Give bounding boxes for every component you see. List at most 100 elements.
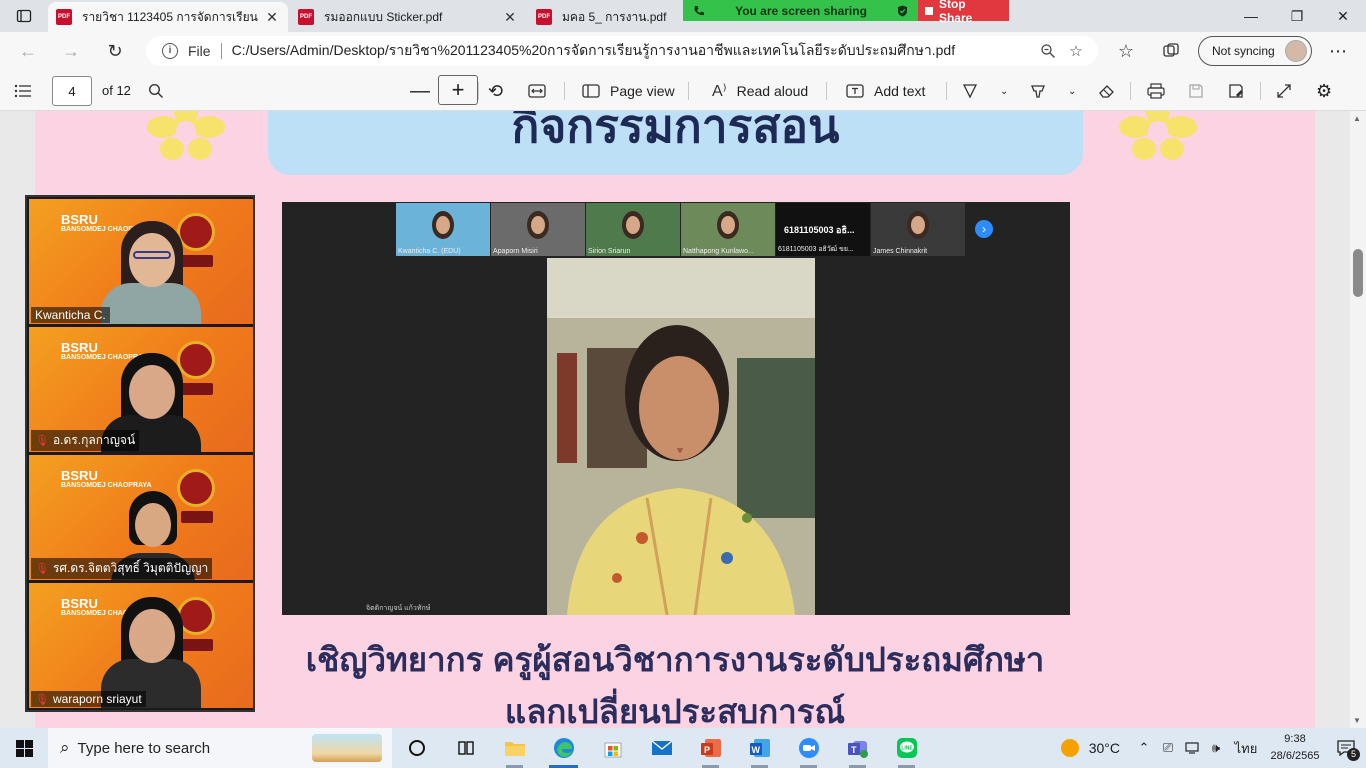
address-url[interactable]: C:/Users/Admin/Desktop/รายวิชา%201123405… (232, 40, 1034, 62)
participant-face (135, 503, 171, 547)
pdf-settings-button[interactable]: ⚙ (1316, 78, 1332, 104)
zoom-in-button[interactable]: + (438, 75, 478, 105)
scroll-up-icon[interactable]: ▲ (1353, 114, 1361, 123)
favorites-button[interactable]: ☆ (1112, 37, 1140, 65)
contents-button[interactable] (14, 78, 32, 104)
system-tray: 30°C ⌃ ⎚ 🕪 ไทย 9:38 28/6/2565 5 (1060, 728, 1366, 768)
scrollbar-thumb[interactable] (1353, 249, 1363, 297)
address-bar[interactable]: i File C:/Users/Admin/Desktop/รายวิชา%20… (146, 36, 1098, 66)
toolbar-divider (946, 82, 947, 100)
powerpoint-button[interactable]: P (686, 728, 735, 768)
book-emblem-icon (181, 255, 213, 267)
settings-more-button[interactable]: ⋯ (1324, 37, 1352, 65)
clock[interactable]: 9:38 28/6/2565 (1264, 731, 1326, 765)
tab-sticker-pdf[interactable]: PDF รมออกแบบ Sticker.pdf ✕ (290, 2, 526, 32)
vertical-scrollbar[interactable]: ▲ ▼ (1350, 111, 1366, 728)
zoom-button[interactable] (784, 728, 833, 768)
teams-button[interactable]: T (833, 728, 882, 768)
fit-page-button[interactable] (528, 78, 546, 104)
scroll-down-icon[interactable]: ▼ (1353, 716, 1361, 725)
tab-label: รมออกแบบ Sticker.pdf (324, 9, 443, 24)
screen-share-message: You are screen sharing (735, 3, 867, 18)
task-view-button[interactable] (441, 728, 490, 768)
info-icon[interactable]: i (162, 43, 178, 59)
page-view-icon (582, 84, 600, 98)
participant-face (436, 216, 450, 234)
rotate-icon: ⟲ (488, 80, 504, 101)
participant-name: Kwanticha C. (EDU) (398, 248, 461, 255)
close-icon[interactable]: ✕ (502, 9, 518, 25)
start-button[interactable] (0, 728, 48, 768)
tab-label: รายวิชา 1123405 การจัดการเรียนรู้การ (82, 9, 258, 24)
page-number-input[interactable]: 4 (52, 76, 92, 106)
add-favorite-icon[interactable]: ☆ (1062, 37, 1090, 65)
avatar (1284, 40, 1307, 62)
show-hidden-icons-button[interactable]: ⌃ (1132, 740, 1156, 756)
svg-text:T: T (851, 745, 857, 755)
restore-button[interactable]: ❐ (1274, 0, 1320, 32)
participant-name: Apaporn Misiri (493, 248, 538, 255)
line-button[interactable]: LINE (882, 728, 931, 768)
participant-video-tile[interactable]: BSRU BANSOMDEJ CHAOPRAYA 🎙 waraporn sriayut (29, 583, 253, 708)
profile-button[interactable]: Not syncing (1198, 36, 1312, 66)
draw-button[interactable] (962, 78, 978, 104)
microsoft-store-button[interactable] (588, 728, 637, 768)
plus-icon: + (451, 77, 465, 102)
zoom-out-button[interactable]: — (410, 78, 430, 104)
stop-share-button[interactable]: Stop Share (918, 0, 1009, 25)
meet-now-icon[interactable]: ⎚ (1156, 740, 1180, 756)
collections-button[interactable] (1157, 37, 1185, 65)
file-explorer-button[interactable] (490, 728, 539, 768)
highlight-button[interactable] (1030, 78, 1046, 104)
close-window-button[interactable]: ✕ (1320, 0, 1366, 32)
participant-name-tag: 🎙 อ.ดร.กุลกาญจน์ (31, 430, 140, 451)
participant-face (129, 233, 175, 287)
participant-name: James Chinnakrit (873, 248, 928, 255)
line-icon: LINE (896, 738, 917, 758)
highlight-options-button[interactable]: ⌄ (1068, 78, 1076, 104)
save-as-button[interactable] (1228, 78, 1244, 104)
participant-face (129, 609, 175, 663)
save-button[interactable] (1188, 78, 1204, 104)
network-icon[interactable] (1180, 740, 1204, 757)
zoom-gallery-panel[interactable]: BSRU BANSOMDEJ CHAOPRAYA Kwanticha C. BSRU B… (25, 195, 255, 712)
full-screen-button[interactable] (1276, 78, 1292, 104)
print-button[interactable] (1147, 78, 1165, 104)
flower-decoration (147, 111, 225, 160)
mail-button[interactable] (637, 728, 686, 768)
cortana-button[interactable] (392, 728, 441, 768)
participant-video-tile[interactable]: BSRU BANSOMDEJ CHAOPRAYA 🎙 อ.ดร.กุลกาญจน์ (29, 327, 253, 452)
zoom-icon[interactable] (1034, 37, 1062, 65)
weather-widget[interactable]: 30°C (1060, 739, 1120, 757)
back-button[interactable]: ← (14, 37, 42, 65)
find-button[interactable] (148, 78, 164, 104)
rotate-button[interactable]: ⟲ (488, 78, 503, 104)
erase-button[interactable] (1098, 78, 1116, 104)
taskbar-search[interactable]: ⌕ Type here to search (48, 728, 392, 768)
word-button[interactable]: W (735, 728, 784, 768)
tab-mko5-pdf[interactable]: PDF มคอ 5_ การงาน.pdf (528, 2, 683, 32)
minus-icon: — (410, 79, 430, 102)
add-text-button[interactable]: Add text (846, 78, 925, 104)
refresh-button[interactable]: ↻ (101, 37, 129, 65)
read-aloud-button[interactable]: A⁾ Read aloud (712, 78, 808, 104)
participant-video-tile[interactable]: BSRU BANSOMDEJ CHAOPRAYA Kwanticha C. (29, 199, 253, 324)
participant-video-tile[interactable]: BSRU BANSOMDEJ CHAOPRAYA 🎙 รศ.ดร.จิตตวิสุทธ… (29, 455, 253, 580)
close-icon[interactable]: ✕ (264, 9, 280, 25)
notifications-button[interactable]: 5 (1326, 728, 1366, 768)
minimize-button[interactable]: — (1228, 0, 1274, 32)
save-icon (1189, 84, 1203, 98)
participant-name: waraporn sriayut (52, 692, 142, 706)
more-icon: ⋯ (1329, 40, 1347, 61)
input-language[interactable]: ไทย (1228, 738, 1264, 759)
svg-text:P: P (704, 745, 710, 755)
page-view-button[interactable]: Page view (582, 78, 675, 104)
tab-actions-button[interactable] (8, 4, 40, 28)
participant-name: Natthapong Kunlawo... (683, 248, 754, 255)
tab-label: มคอ 5_ การงาน.pdf (562, 9, 667, 24)
volume-icon[interactable]: 🕪 (1204, 740, 1228, 756)
draw-options-button[interactable]: ⌄ (1000, 78, 1008, 104)
forward-button[interactable]: → (57, 37, 85, 65)
edge-button[interactable] (539, 728, 588, 768)
tab-course-pdf[interactable]: PDF รายวิชา 1123405 การจัดการเรียนรู้การ… (48, 2, 288, 32)
